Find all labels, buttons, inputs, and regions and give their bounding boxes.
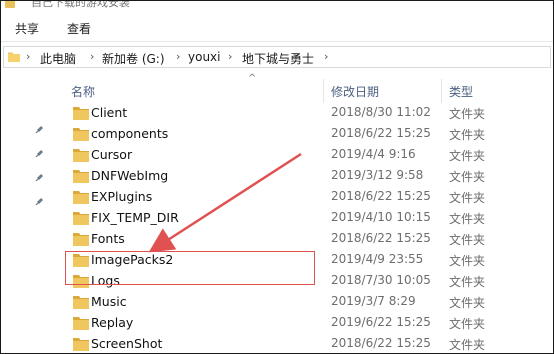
file-modified-date: 2019/3/12 9:58: [331, 168, 424, 182]
file-list: Client 2018/8/30 11:02 文件夹 components 2018/6…: [61, 103, 553, 353]
folder-icon: [73, 128, 89, 141]
ribbon-tabs: 共享 查看: [1, 13, 553, 42]
file-row[interactable]: EXPlugins 2018/6/22 15:25 文件夹: [61, 187, 553, 208]
file-name: Cursor: [91, 147, 133, 162]
file-name: ScreenShot: [91, 336, 163, 351]
folder-icon: [73, 233, 89, 246]
folder-icon: [73, 212, 89, 225]
column-name[interactable]: 名称: [71, 83, 95, 100]
column-type[interactable]: 类型: [449, 83, 473, 100]
file-name: EXPlugins: [91, 189, 153, 204]
address-bar[interactable]: › 此电脑 › 新加卷 (G:) › youxi › 地下城与勇士 ›: [3, 46, 551, 68]
title-bar: 自己下载的游戏安装: [1, 1, 553, 13]
address-row: › 此电脑 › 新加卷 (G:) › youxi › 地下城与勇士 ›: [1, 43, 553, 73]
file-name: DNFWebImg: [91, 168, 169, 183]
tab-share[interactable]: 共享: [15, 20, 39, 37]
file-row[interactable]: DNFWebImg 2019/3/12 9:58 文件夹: [61, 166, 553, 187]
file-row[interactable]: ScreenShot 2018/6/22 15:25 文件夹: [61, 334, 553, 353]
folder-icon: [73, 170, 89, 183]
file-type: 文件夹: [449, 191, 486, 205]
folder-icon: [73, 317, 89, 330]
folder-icon: [73, 191, 89, 204]
file-type: 文件夹: [449, 254, 486, 268]
file-row[interactable]: Client 2018/8/30 11:02 文件夹: [61, 103, 553, 124]
column-header: ^ 名称 修改日期 类型: [61, 73, 553, 103]
pin-icon: [35, 126, 43, 134]
file-modified-date: 2019/4/9 23:55: [331, 252, 424, 266]
file-type: 文件夹: [449, 275, 486, 289]
folder-icon: [73, 107, 89, 120]
breadcrumb-dnf[interactable]: 地下城与勇士: [242, 50, 314, 67]
breadcrumb-this-pc[interactable]: 此电脑: [40, 50, 76, 67]
file-modified-date: 2019/4/4 9:16: [331, 147, 416, 161]
breadcrumb-separator: ›: [90, 50, 95, 63]
pin-icon: [35, 198, 43, 206]
file-row[interactable]: Replay 2019/6/22 15:25 文件夹: [61, 313, 553, 334]
file-type: 文件夹: [449, 107, 486, 121]
file-row[interactable]: components 2018/6/22 15:25 文件夹: [61, 124, 553, 145]
file-modified-date: 2018/8/30 11:02: [331, 105, 431, 119]
folder-icon: [73, 296, 89, 309]
breadcrumb-separator: ›: [228, 50, 233, 63]
file-type: 文件夹: [449, 128, 486, 142]
file-modified-date: 2018/6/22 15:25: [331, 231, 431, 245]
file-modified-date: 2019/3/7 8:29: [331, 294, 416, 308]
breadcrumb-separator: ›: [176, 50, 181, 63]
file-modified-date: 2018/6/22 15:25: [331, 336, 431, 350]
file-row[interactable]: Cursor 2019/4/4 9:16 文件夹: [61, 145, 553, 166]
breadcrumb-youxi[interactable]: youxi: [188, 50, 220, 64]
file-name: Replay: [91, 315, 134, 330]
file-type: 文件夹: [449, 317, 486, 331]
window-title: 自己下载的游戏安装: [31, 1, 130, 9]
file-type: 文件夹: [449, 296, 486, 310]
column-divider[interactable]: [441, 79, 442, 103]
file-modified-date: 2019/4/10 10:15: [331, 210, 431, 224]
folder-icon: [8, 52, 20, 62]
column-modified[interactable]: 修改日期: [331, 83, 379, 100]
file-type: 文件夹: [449, 233, 486, 247]
file-modified-date: 2019/6/22 15:25: [331, 315, 431, 329]
file-modified-date: 2018/7/30 10:05: [331, 273, 431, 287]
folder-icon: [5, 1, 15, 8]
file-modified-date: 2018/6/22 15:25: [331, 189, 431, 203]
file-name: Client: [91, 105, 128, 120]
pin-icon: [35, 174, 43, 182]
sort-ascending-icon: ^: [248, 73, 257, 84]
column-divider[interactable]: [323, 79, 324, 103]
highlight-box: [65, 251, 315, 285]
file-type: 文件夹: [449, 149, 486, 163]
file-name: components: [91, 126, 169, 141]
tab-view[interactable]: 查看: [67, 20, 91, 37]
file-row[interactable]: FIX_TEMP_DIR 2019/4/10 10:15 文件夹: [61, 208, 553, 229]
file-type: 文件夹: [449, 338, 486, 352]
file-row[interactable]: Fonts 2018/6/22 15:25 文件夹: [61, 229, 553, 250]
file-name: Fonts: [91, 231, 125, 246]
file-row[interactable]: Music 2019/3/7 8:29 文件夹: [61, 292, 553, 313]
explorer-window: 自己下载的游戏安装 共享 查看 › 此电脑 › 新加卷 (G:) › youxi…: [0, 0, 554, 354]
file-name: Music: [91, 294, 127, 309]
breadcrumb-separator: ›: [324, 50, 329, 63]
file-modified-date: 2018/6/22 15:25: [331, 126, 431, 140]
folder-icon: [73, 149, 89, 162]
file-name: FIX_TEMP_DIR: [91, 210, 179, 225]
file-type: 文件夹: [449, 212, 486, 226]
breadcrumb-separator: ›: [26, 50, 31, 63]
pin-icon: [35, 150, 43, 158]
breadcrumb-drive-g[interactable]: 新加卷 (G:): [102, 50, 165, 67]
file-type: 文件夹: [449, 170, 486, 184]
folder-icon: [73, 338, 89, 351]
